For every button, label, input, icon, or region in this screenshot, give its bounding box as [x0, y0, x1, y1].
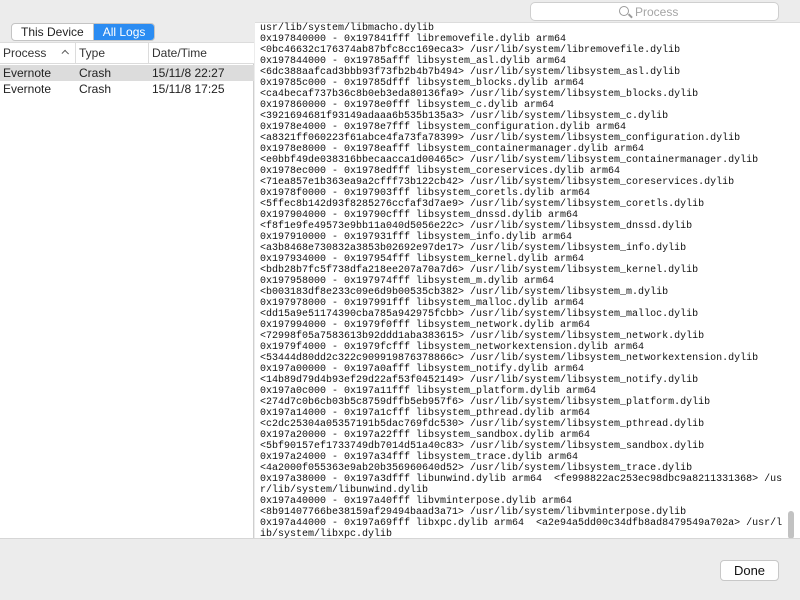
- log-line: <8b91407766be38159af29494baad3a71> /usr/…: [260, 507, 687, 518]
- cell-process: Evernote: [3, 66, 52, 80]
- table-row[interactable]: Evernote Crash 15/11/8 22:27: [0, 65, 254, 81]
- log-line: <ca4becaf737b36c8b0eb3eda80136fa9> /usr/…: [260, 89, 699, 100]
- log-line: <a8321ff060223f61abce4fa73fa78399> /usr/…: [260, 133, 741, 144]
- log-line: 0x19785c000 - 0x19785dfff libsystem_bloc…: [260, 78, 585, 89]
- log-line: 0x1978e4000 - 0x1978e7fff libsystem_conf…: [260, 122, 627, 133]
- log-line: 0x1978e8000 - 0x1978eafff libsystem_cont…: [260, 144, 645, 155]
- segment-this-device[interactable]: This Device: [12, 24, 94, 40]
- log-line: <b003183df8e233c09e6d9b00535cb382> /usr/…: [260, 287, 669, 298]
- log-line: <4a2000f055363e9ab20b356960640d52> /usr/…: [260, 463, 693, 474]
- log-source-segmented-control: This Device All Logs: [11, 23, 156, 41]
- log-line: 0x197910000 - 0x197931fff libsystem_info…: [260, 232, 573, 243]
- log-line: 0x1979f4000 - 0x1979fcfff libsystem_netw…: [260, 342, 645, 353]
- log-line: <14b89d79d4b93ef29d22af53f0452149> /usr/…: [260, 375, 699, 386]
- log-line: 0x197844000 - 0x19785afff libsystem_asl.…: [260, 56, 567, 67]
- sort-ascending-icon: [62, 50, 69, 55]
- log-line: <c2dc25304a05357191b5dac769fdc530> /usr/…: [260, 419, 705, 430]
- log-line: 0x1978f0000 - 0x197903fff libsystem_core…: [260, 188, 591, 199]
- search-field[interactable]: [530, 2, 779, 21]
- log-line: 0x197840000 - 0x197841fff libremovefile.…: [260, 34, 567, 45]
- log-line: <72998f05a7583613b92ddd1aba383615> /usr/…: [260, 331, 705, 342]
- log-detail-view[interactable]: usr/lib/system/libmacho.dylib 0x19784000…: [255, 22, 800, 540]
- log-line: 0x197978000 - 0x197991fff libsystem_mall…: [260, 298, 585, 309]
- log-line: 0x197a20000 - 0x197a22fff libsystem_sand…: [260, 430, 591, 441]
- cell-type: Crash: [79, 82, 112, 96]
- log-line: 0x197958000 - 0x197974fff libsystem_m.dy…: [260, 276, 555, 287]
- segment-all-logs[interactable]: All Logs: [93, 24, 155, 40]
- log-text: usr/lib/system/libmacho.dylib 0x19784000…: [260, 23, 788, 540]
- column-header-label: Date/Time: [152, 46, 207, 60]
- log-line: 0x197860000 - 0x1978e0fff libsystem_c.dy…: [260, 100, 555, 111]
- log-line: 0x1978ec000 - 0x1978edfff libsystem_core…: [260, 166, 621, 177]
- log-line: 0x197904000 - 0x19790cfff libsystem_dnss…: [260, 210, 579, 221]
- vertical-scrollbar[interactable]: [788, 511, 794, 539]
- log-line: <53444d80dd2c322c909919876378866c> /usr/…: [260, 353, 759, 364]
- log-line: <274d7c0b6cb03b5c8759dffb5eb957f6> /usr/…: [260, 397, 711, 408]
- table-body: Evernote Crash 15/11/8 22:27 Evernote Cr…: [0, 65, 254, 97]
- log-line: 0x197994000 - 0x1979f0fff libsystem_netw…: [260, 320, 591, 331]
- table-row[interactable]: Evernote Crash 15/11/8 17:25: [0, 81, 254, 97]
- log-line: <5bf90157ef1733749db7014d51a40c83> /usr/…: [260, 441, 705, 452]
- log-line: 0x197a38000 - 0x197a3dfff libunwind.dyli…: [260, 474, 783, 496]
- search-input[interactable]: [635, 4, 765, 19]
- log-line: 0x197934000 - 0x197954fff libsystem_kern…: [260, 254, 585, 265]
- log-line: <a3b8468e730832a3853b02692e97de17> /usr/…: [260, 243, 687, 254]
- log-line: 0x197a0c000 - 0x197a11fff libsystem_plat…: [260, 386, 597, 397]
- log-line: 0x197a14000 - 0x197a1cfff libsystem_pthr…: [260, 408, 591, 419]
- log-line: usr/lib/system/libmacho.dylib: [260, 23, 435, 34]
- log-line: <71ea857e1b363ea9a2cfff73b122cb42> /usr/…: [260, 177, 735, 188]
- log-list-table: Process Type Date/Time Evernote Crash 15…: [0, 42, 254, 538]
- cell-type: Crash: [79, 66, 112, 80]
- column-header-process[interactable]: Process: [0, 43, 76, 63]
- log-line: 0x197a24000 - 0x197a34fff libsystem_trac…: [260, 452, 579, 463]
- log-line: <e0bbf49de038316bbecaacca1d00465c> /usr/…: [260, 155, 759, 166]
- bottom-bar: Done: [0, 538, 800, 600]
- column-header-label: Process: [3, 46, 47, 60]
- log-line: <f8f1e9fe49573e9bb11a040d5056e22c> /usr/…: [260, 221, 693, 232]
- log-line: <6dc388aafcad3bbb93f73fb2b4b7b494> /usr/…: [260, 67, 681, 78]
- log-line: <bdb28b7fc5f738dfa218ee207a70a7d6> /usr/…: [260, 265, 699, 276]
- log-line: 0x197a40000 - 0x197a40fff libvminterpose…: [260, 496, 573, 507]
- column-header-datetime[interactable]: Date/Time: [149, 43, 254, 63]
- cell-datetime: 15/11/8 22:27: [152, 66, 225, 80]
- cell-datetime: 15/11/8 17:25: [152, 82, 225, 96]
- log-line: <dd15a9e51174390cba785a942975fcbb> /usr/…: [260, 309, 699, 320]
- log-line: 0x197a00000 - 0x197a0afff libsystem_noti…: [260, 364, 585, 375]
- log-line: 0x197a44000 - 0x197a69fff libxpc.dylib a…: [260, 518, 783, 540]
- log-line: <3921694681f93149adaaa6b535b135a3> /usr/…: [260, 111, 669, 122]
- search-icon: [619, 6, 629, 16]
- table-header: Process Type Date/Time: [0, 42, 254, 64]
- done-button[interactable]: Done: [720, 560, 779, 581]
- column-header-type[interactable]: Type: [76, 43, 149, 63]
- column-header-label: Type: [79, 46, 106, 60]
- log-line: <0bc46632c176374ab87bfc8cc169eca3> /usr/…: [260, 45, 681, 56]
- cell-process: Evernote: [3, 82, 52, 96]
- log-line: <5ffec8b142d93f8285276ccfaf3d7ae9> /usr/…: [260, 199, 705, 210]
